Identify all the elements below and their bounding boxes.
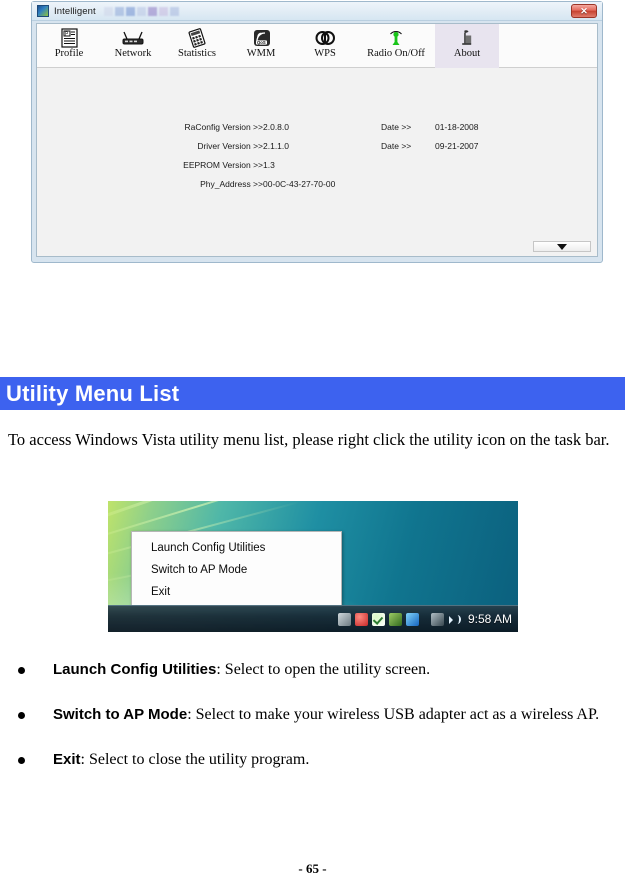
tab-statistics[interactable]: Statistics	[165, 24, 229, 68]
tab-label: Profile	[54, 48, 84, 59]
list-item-term: Launch Config Utilities	[53, 661, 217, 678]
info-value: 1.3	[263, 160, 275, 170]
info-date-value	[435, 160, 521, 179]
info-date-label: Date >>	[381, 122, 412, 132]
tab-network[interactable]: Network	[101, 24, 165, 68]
list-item-desc: : Select to open the utility screen.	[216, 661, 431, 678]
wireless-utility-icon[interactable]	[388, 612, 402, 626]
bullet-icon	[18, 757, 25, 764]
bullet-icon	[18, 667, 25, 674]
app-tray-icon[interactable]	[405, 612, 419, 626]
tab-about[interactable]: About	[435, 24, 499, 68]
version-info-table: RaConfig Version >> 2.0.8.0 Date >> 01-1…	[161, 122, 521, 198]
tab-label: Network	[114, 48, 152, 59]
tab-label: WMM	[246, 48, 276, 59]
dialog-toolbar: P Profile Network Statistics QoS WMM WPS…	[37, 24, 597, 68]
usb-device-icon[interactable]	[337, 612, 351, 626]
info-value: 2.1.1.0	[263, 141, 289, 151]
info-label: RaConfig Version >>	[184, 122, 263, 132]
chevron-down-icon	[557, 243, 567, 250]
radio-onoff-icon	[386, 27, 406, 48]
list-item-desc: : Select to close the utility program.	[80, 751, 310, 768]
page-number: - 65 -	[298, 861, 327, 876]
antivirus-icon[interactable]	[354, 612, 368, 626]
table-row: Phy_Address >> 00-0C-43-27-70-00	[161, 179, 521, 198]
list-item-text: Exit: Select to close the utility progra…	[53, 748, 613, 771]
about-icon	[457, 27, 477, 48]
section-paragraph: To access Windows Vista utility menu lis…	[8, 430, 610, 449]
info-date-value: 09-21-2007	[435, 141, 479, 151]
list-item-text: Launch Config Utilities: Select to open …	[53, 658, 613, 681]
dialog-title-bar: Intelligent ✕	[32, 2, 602, 21]
info-label: Phy_Address >>	[200, 179, 263, 189]
network-status-icon[interactable]	[430, 612, 444, 626]
menu-description-list: Launch Config Utilities: Select to open …	[0, 658, 625, 793]
menu-item-switch-to-ap-mode[interactable]: Switch to AP Mode	[132, 559, 341, 581]
tab-wmm[interactable]: QoS WMM	[229, 24, 293, 68]
list-item-desc: : Select to make your wireless USB adapt…	[187, 706, 600, 723]
info-value: 00-0C-43-27-70-00	[263, 179, 336, 189]
info-date-label: Date >>	[381, 141, 412, 151]
info-date-value: 01-18-2008	[435, 122, 479, 132]
tab-wps[interactable]: WPS	[293, 24, 357, 68]
wmm-qos-icon: QoS	[251, 27, 272, 48]
app-icon	[37, 5, 49, 17]
dialog-title: Intelligent	[54, 5, 96, 17]
section-heading: Utility Menu List	[0, 377, 625, 410]
tab-profile[interactable]: P Profile	[37, 24, 101, 68]
table-row: Driver Version >> 2.1.1.0 Date >> 09-21-…	[161, 141, 521, 160]
dialog-body: P Profile Network Statistics QoS WMM WPS…	[36, 23, 598, 257]
info-date-label	[381, 179, 435, 198]
taskbar-clock[interactable]: 9:58 AM	[468, 612, 512, 626]
info-label: EEPROM Version >>	[183, 160, 263, 170]
vista-taskbar-screenshot: Launch Config Utilities Switch to AP Mod…	[108, 501, 518, 632]
tab-label: Radio On/Off	[367, 48, 425, 59]
network-icon	[120, 27, 146, 48]
utility-dialog-screenshot: Intelligent ✕ P Profile Network Statisti…	[31, 1, 603, 263]
wps-icon	[314, 27, 336, 48]
tray-context-menu: Launch Config Utilities Switch to AP Mod…	[131, 531, 342, 607]
info-label: Driver Version >>	[197, 141, 263, 151]
tab-label: WPS	[314, 48, 336, 59]
tab-label: About	[453, 48, 481, 59]
tab-label: Statistics	[178, 48, 216, 59]
list-item: Exit: Select to close the utility progra…	[0, 748, 625, 771]
info-date-value	[435, 179, 521, 198]
title-bar-artifacts	[103, 6, 179, 16]
close-button[interactable]: ✕	[571, 4, 597, 18]
table-row: EEPROM Version >> 1.3	[161, 160, 521, 179]
list-item-term: Switch to AP Mode	[53, 706, 188, 723]
list-item: Launch Config Utilities: Select to open …	[0, 658, 625, 681]
volume-icon[interactable]	[448, 613, 461, 626]
svg-text:QoS: QoS	[257, 39, 266, 44]
list-item: Switch to AP Mode: Select to make your w…	[0, 703, 625, 726]
profile-icon: P	[60, 27, 79, 48]
table-row: RaConfig Version >> 2.0.8.0 Date >> 01-1…	[161, 122, 521, 141]
info-value: 2.0.8.0	[263, 122, 289, 132]
info-date-label	[381, 160, 435, 179]
wallpaper-streak	[108, 501, 353, 530]
taskbar: 9:58 AM	[108, 605, 518, 632]
tab-radio-onoff[interactable]: Radio On/Off	[357, 24, 435, 68]
list-item-term: Exit	[53, 751, 81, 768]
menu-item-exit[interactable]: Exit	[132, 581, 341, 603]
statistics-icon	[186, 27, 208, 48]
checkmark-shield-icon[interactable]	[371, 612, 385, 626]
about-info-panel: RaConfig Version >> 2.0.8.0 Date >> 01-1…	[37, 68, 597, 256]
list-item-text: Switch to AP Mode: Select to make your w…	[53, 703, 613, 726]
menu-item-launch-config-utilities[interactable]: Launch Config Utilities	[132, 537, 341, 559]
system-tray	[337, 612, 461, 626]
bullet-icon	[18, 712, 25, 719]
scroll-down-button[interactable]	[533, 241, 591, 252]
